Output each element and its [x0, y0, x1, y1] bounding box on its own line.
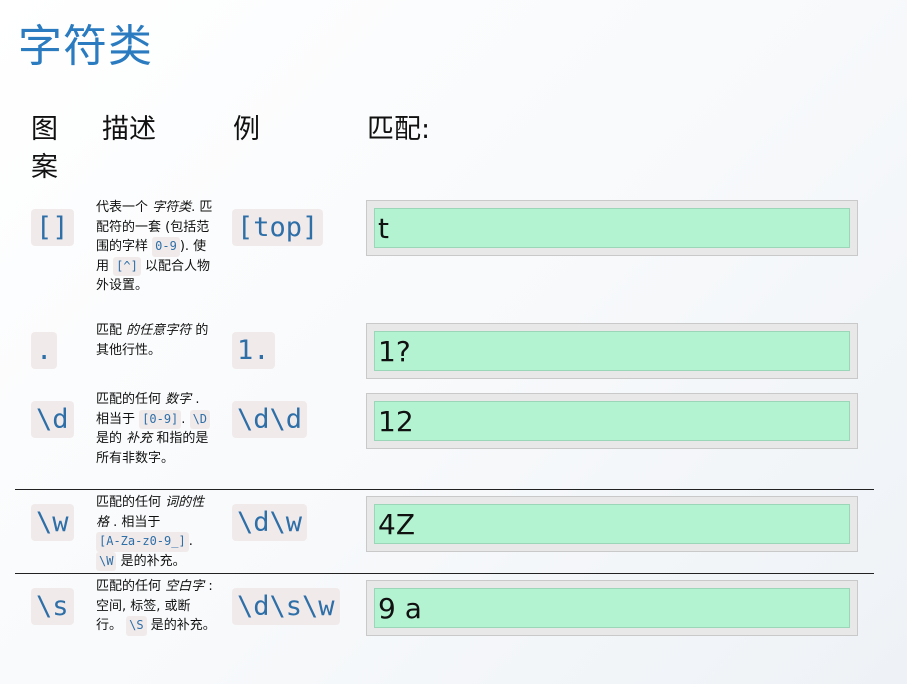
- example-cell: 1.: [232, 332, 275, 369]
- header-description: 描述: [102, 114, 156, 145]
- description-cell: 匹配 的任意字符 的其他行性。: [96, 323, 209, 358]
- description-cell: 代表一个 字符类. 匹配符的一套 (包括范围的字样 0-9). 使用 [^] 以…: [96, 200, 213, 293]
- header-match: 匹配:: [367, 114, 431, 145]
- page-title: 字符类: [18, 21, 153, 72]
- pattern-cell: []: [31, 209, 74, 246]
- header-example: 例: [233, 114, 260, 145]
- match-input[interactable]: 12: [374, 401, 850, 441]
- header-pattern: 图案: [31, 114, 58, 183]
- description-cell: 匹配的任何 空白字 : 空间, 标签, 或断行。 \S 是的补充。: [96, 577, 216, 636]
- example-cell: \d\s\w: [232, 588, 340, 625]
- inline-code: [A-Za-z0-9_]: [96, 532, 189, 552]
- pattern-cell: \w: [31, 504, 74, 541]
- pattern-cell: \s: [31, 588, 74, 625]
- page: 字符类 图案 描述 例 匹配: [] 代表一个 字符类. 匹配符的一套 (包括范…: [0, 0, 907, 684]
- row-divider: [15, 573, 874, 574]
- inline-code: \D: [189, 409, 211, 429]
- match-input[interactable]: 1?: [374, 331, 850, 371]
- match-field[interactable]: 12: [366, 393, 858, 449]
- match-field[interactable]: 9 a: [366, 580, 858, 636]
- pattern-cell: \d: [31, 401, 74, 438]
- example-cell: \d\w: [232, 504, 308, 541]
- example-cell: [top]: [232, 209, 324, 246]
- match-field[interactable]: 1?: [366, 323, 858, 379]
- description-cell: 匹配的任何 词的性格 . 相当于 [A-Za-z0-9_]. \W 是的补充。: [96, 493, 216, 571]
- inline-code: [0-9]: [139, 409, 182, 429]
- example-cell: \d\d: [232, 401, 308, 438]
- match-field[interactable]: 4Z: [366, 496, 858, 552]
- row-divider: [15, 489, 874, 490]
- inline-code: \W: [96, 551, 117, 571]
- inline-code: \S: [126, 616, 147, 636]
- inline-code: [^]: [113, 256, 141, 276]
- match-input[interactable]: t: [374, 208, 850, 248]
- match-input[interactable]: 4Z: [374, 504, 850, 544]
- match-field[interactable]: t: [366, 200, 858, 256]
- inline-code: 0-9: [152, 237, 180, 257]
- pattern-cell: .: [31, 332, 58, 369]
- description-cell: 匹配的任何 数字 . 相当于 [0-9]. \D 是的 补充 和指的是所有非数字…: [96, 392, 211, 466]
- match-input[interactable]: 9 a: [374, 588, 850, 628]
